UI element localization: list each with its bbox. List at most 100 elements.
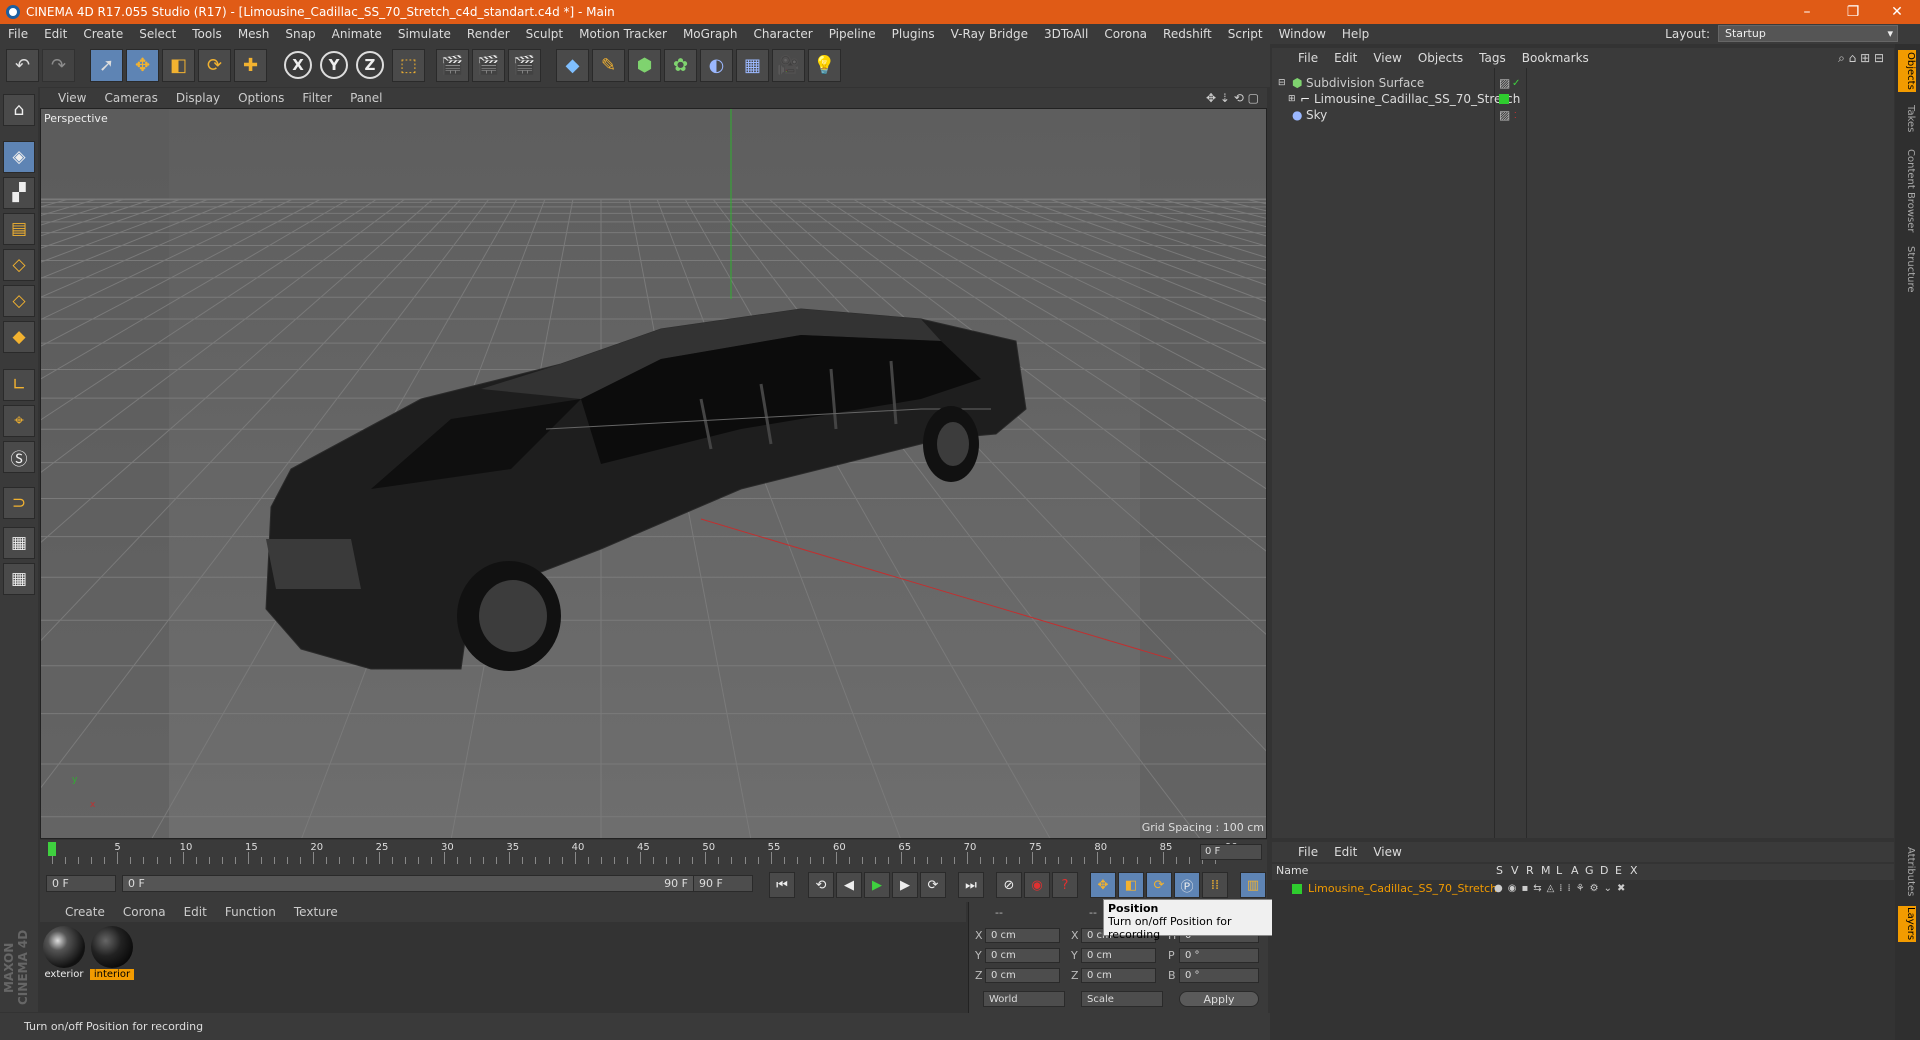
undo-button[interactable]: ↶ [6, 49, 39, 82]
menu-redshift[interactable]: Redshift [1155, 27, 1220, 41]
play-button[interactable]: ▶ [864, 872, 890, 898]
next-key-button[interactable]: ⟳ [920, 872, 946, 898]
menu-create[interactable]: Create [75, 27, 131, 41]
motion-path-button[interactable]: ⊘ [996, 872, 1022, 898]
viewport-menu-options[interactable]: Options [229, 91, 293, 105]
menu-select[interactable]: Select [131, 27, 184, 41]
object-menu-objects[interactable]: Objects [1410, 51, 1471, 65]
previous-frame-button[interactable]: ◀ [836, 872, 862, 898]
object-menu-edit[interactable]: Edit [1326, 51, 1365, 65]
pen-spline-button[interactable]: ✎ [592, 49, 625, 82]
object-row-sky[interactable]: ● Sky ▨ ⁚ [1272, 106, 1894, 125]
menu-corona[interactable]: Corona [1096, 27, 1155, 41]
transform-tool-button[interactable]: ✚ [234, 49, 267, 82]
texture-mode-button[interactable]: ▞ [3, 177, 35, 209]
menu-edit[interactable]: Edit [36, 27, 75, 41]
live-selection-button[interactable]: ➚ [90, 49, 123, 82]
workplane-snap-button[interactable]: ▦ [3, 563, 35, 595]
snap-button[interactable]: Ⓢ [3, 441, 35, 473]
object-menu-bookmarks[interactable]: Bookmarks [1514, 51, 1597, 65]
perspective-viewport[interactable] [40, 108, 1267, 839]
z-axis-lock-button[interactable]: Z [356, 51, 384, 79]
goto-end-button[interactable]: ⏭ [958, 872, 984, 898]
next-frame-button[interactable]: ▶ [892, 872, 918, 898]
viewport-nav-icons[interactable]: ✥ ⇣ ⟲ ▢ [1206, 91, 1259, 105]
apply-button[interactable]: Apply [1179, 991, 1259, 1007]
rotation-p-field[interactable]: 0 ° [1179, 948, 1259, 963]
menu-3dtoall[interactable]: 3DToAll [1036, 27, 1096, 41]
object-menu-file[interactable]: File [1290, 51, 1326, 65]
tab-layers[interactable]: Layers [1898, 906, 1916, 942]
menu-mograph[interactable]: MoGraph [675, 27, 746, 41]
menu-window[interactable]: Window [1271, 27, 1334, 41]
menu-animate[interactable]: Animate [324, 27, 390, 41]
tab-structure[interactable]: Structure [1898, 244, 1916, 294]
camera-button[interactable]: 🎥 [772, 49, 805, 82]
layer-menu-edit[interactable]: Edit [1326, 845, 1365, 859]
menu-tools[interactable]: Tools [184, 27, 230, 41]
y-axis-lock-button[interactable]: Y [320, 51, 348, 79]
menu-pipeline[interactable]: Pipeline [821, 27, 884, 41]
render-view-button[interactable]: 🎬 [436, 49, 469, 82]
tab-takes[interactable]: Takes [1898, 102, 1916, 136]
coordinate-mode-select[interactable]: Scale [1081, 991, 1163, 1007]
viewport-menu-panel[interactable]: Panel [341, 91, 391, 105]
record-point-level-button[interactable]: ⁞⁞ [1202, 872, 1228, 898]
render-settings-button[interactable]: 🎬 [508, 49, 541, 82]
material-interior[interactable]: interior [90, 926, 134, 980]
viewport-menu-display[interactable]: Display [167, 91, 229, 105]
menu-sculpt[interactable]: Sculpt [518, 27, 571, 41]
minimize-button[interactable]: – [1784, 0, 1830, 24]
goto-start-button[interactable]: ⏮ [769, 872, 795, 898]
timeline-window-button[interactable]: ▥ [1240, 872, 1266, 898]
deformer-button[interactable]: ◐ [700, 49, 733, 82]
layer-row[interactable]: Limousine_Cadillac_SS_70_Stretch ●◉▪⇆◬⁞⁞… [1272, 880, 1894, 897]
lock-workplane-button[interactable]: ▦ [3, 527, 35, 559]
menu-simulate[interactable]: Simulate [390, 27, 459, 41]
cube-object-button[interactable]: ◆ [556, 49, 589, 82]
render-picture-viewer-button[interactable]: 🎬 [472, 49, 505, 82]
record-parameter-button[interactable]: Ⓟ [1174, 872, 1200, 898]
cloner-button[interactable]: ✿ [664, 49, 697, 82]
light-button[interactable]: 💡 [808, 49, 841, 82]
timeline-ruler[interactable]: 0510152025303540455055606570758085900 F [40, 840, 1267, 866]
record-scale-button[interactable]: ◧ [1118, 872, 1144, 898]
material-exterior[interactable]: exterior [42, 926, 86, 980]
close-button[interactable]: ✕ [1874, 0, 1920, 24]
menu-snap[interactable]: Snap [277, 27, 323, 41]
subdivision-button[interactable]: ⬢ [628, 49, 661, 82]
layer-menu-file[interactable]: File [1290, 845, 1326, 859]
menu-plugins[interactable]: Plugins [884, 27, 943, 41]
floor-button[interactable]: ▦ [736, 49, 769, 82]
tab-attributes[interactable]: Attributes [1898, 844, 1916, 900]
size-z-field[interactable]: 0 cm [1081, 968, 1156, 983]
range-slider[interactable]: 0 F 90 F [122, 875, 697, 892]
tab-objects[interactable]: Objects [1898, 50, 1916, 92]
workplane-mode-button[interactable]: ▤ [3, 213, 35, 245]
tab-content-browser[interactable]: Content Browser [1898, 146, 1916, 236]
scale-tool-button[interactable]: ◧ [162, 49, 195, 82]
end-frame-field[interactable]: 90 F [693, 875, 753, 892]
viewport-menu-view[interactable]: View [40, 91, 95, 105]
object-manager-tools-icons[interactable]: ⌕ ⌂ ⊞ ⊟ [1838, 51, 1884, 66]
coordinate-space-select[interactable]: World [983, 991, 1065, 1007]
layer-flags-icons[interactable]: ●◉▪⇆◬⁞⁞⚘⚙⌄✖ [1494, 880, 1630, 897]
layer-tag-icon[interactable]: ▨ [1499, 106, 1510, 125]
tweak-mode-button[interactable]: ⌖ [3, 405, 35, 437]
restore-button[interactable]: ❐ [1830, 0, 1876, 24]
visibility-dots-icon[interactable]: ⁚ [1514, 106, 1517, 125]
rotate-tool-button[interactable]: ⟳ [198, 49, 231, 82]
layer-menu-view[interactable]: View [1365, 845, 1409, 859]
material-menu-create[interactable]: Create [56, 905, 114, 919]
previous-key-button[interactable]: ⟲ [808, 872, 834, 898]
polygons-mode-button[interactable]: ◆ [3, 321, 35, 353]
menu-character[interactable]: Character [745, 27, 820, 41]
model-mode-button[interactable]: ◈ [3, 141, 35, 173]
menu-script[interactable]: Script [1220, 27, 1271, 41]
record-button[interactable]: ◉ [1024, 872, 1050, 898]
redo-button[interactable]: ↷ [42, 49, 75, 82]
edges-mode-button[interactable]: ◇ [3, 285, 35, 317]
material-menu-corona[interactable]: Corona [114, 905, 175, 919]
layout-select[interactable]: Startup ▾ [1718, 25, 1898, 42]
current-frame-field[interactable]: 0 F [1200, 844, 1262, 860]
